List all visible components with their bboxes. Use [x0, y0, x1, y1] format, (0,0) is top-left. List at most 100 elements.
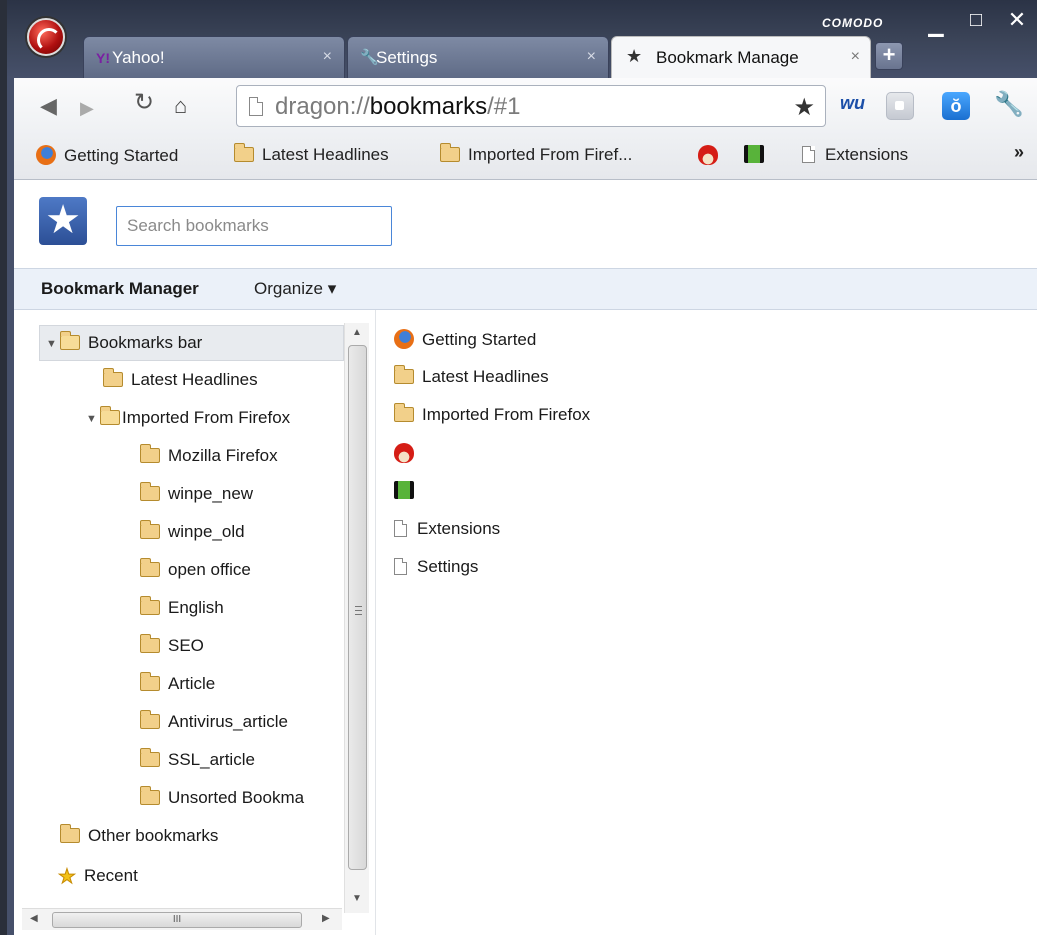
- folder-open-icon: [100, 406, 120, 425]
- page-icon: [394, 520, 407, 537]
- bookmarks-overflow-chevron[interactable]: »: [1014, 142, 1024, 163]
- tree-item-recent[interactable]: ★ Recent: [58, 857, 138, 893]
- maximize-button[interactable]: □: [963, 10, 989, 30]
- tree-item-ssl-article[interactable]: SSL_article: [140, 743, 255, 779]
- wrench-menu-icon[interactable]: 🔧: [994, 90, 1024, 118]
- tree-item-imported-from-firefox[interactable]: ▼ Imported From Firefox: [86, 401, 290, 437]
- bookmark-extensions[interactable]: Extensions: [802, 145, 908, 171]
- star-icon: ★: [58, 866, 77, 889]
- folder-icon: [140, 596, 160, 615]
- list-item-film[interactable]: [394, 481, 414, 515]
- tree-item-latest-headlines[interactable]: Latest Headlines: [103, 363, 258, 399]
- list-item-imported-from-firefox[interactable]: Imported From Firefox: [394, 403, 590, 439]
- extension-puzzle-icon[interactable]: [886, 92, 914, 120]
- new-tab-button[interactable]: +: [875, 42, 903, 70]
- browser-window: COMODO ▁ □ ✕ Y! Yahoo! × 🔧 Settings × ★ …: [0, 0, 1037, 935]
- tree-item-other-bookmarks[interactable]: Other bookmarks: [60, 819, 218, 855]
- firefox-icon: [394, 329, 414, 349]
- manager-header-bar: Bookmark Manager Organize ▾: [14, 268, 1037, 310]
- folder-open-icon: [60, 331, 80, 350]
- folder-icon: [140, 672, 160, 691]
- tree-item-bookmarks-bar[interactable]: ▼ Bookmarks bar: [39, 325, 344, 361]
- horizontal-scrollbar[interactable]: ◀ III ▶: [22, 908, 342, 930]
- tree-item-winpe-old[interactable]: winpe_old: [140, 515, 245, 551]
- tree-item-english[interactable]: English: [140, 591, 224, 627]
- angry-bird-icon: [394, 443, 414, 463]
- tab-settings[interactable]: 🔧 Settings ×: [347, 36, 609, 78]
- horizontal-scrollbar-thumb[interactable]: III: [52, 912, 302, 928]
- page-icon: [249, 97, 263, 116]
- tab-label: Bookmark Manage: [656, 48, 799, 67]
- page-icon: [802, 146, 815, 163]
- scroll-left-arrow-icon[interactable]: ◀: [30, 913, 38, 924]
- yahoo-icon: Y!: [96, 50, 110, 66]
- tree-item-mozilla-firefox[interactable]: Mozilla Firefox: [140, 439, 278, 475]
- close-tab-icon[interactable]: ×: [323, 48, 332, 66]
- vertical-scrollbar[interactable]: ▲ ▼: [344, 323, 369, 913]
- film-icon: [394, 481, 414, 499]
- folder-icon: [140, 520, 160, 539]
- bookmark-latest-headlines[interactable]: Latest Headlines: [234, 143, 389, 171]
- film-icon: [744, 145, 764, 163]
- dragon-logo-icon[interactable]: [27, 18, 65, 56]
- folder-tree: ▼ Bookmarks bar Latest Headlines ▼ Importe…: [14, 310, 376, 935]
- scroll-down-arrow-icon[interactable]: ▼: [352, 893, 362, 904]
- list-item-angry-birds[interactable]: [394, 443, 414, 477]
- title-bar: COMODO ▁ □ ✕ Y! Yahoo! × 🔧 Settings × ★ …: [7, 0, 1037, 78]
- folder-icon: [140, 482, 160, 501]
- folder-icon: [60, 824, 80, 843]
- list-item-settings[interactable]: Settings: [394, 557, 478, 591]
- folder-icon: [440, 143, 460, 162]
- close-window-button[interactable]: ✕: [1004, 9, 1030, 31]
- address-bar[interactable]: dragon://bookmarks/#1 ★: [236, 85, 826, 127]
- folder-icon: [140, 558, 160, 577]
- home-button[interactable]: ⌂: [174, 94, 187, 118]
- back-button[interactable]: ◀: [40, 94, 57, 118]
- scroll-right-arrow-icon[interactable]: ▶: [322, 913, 330, 924]
- list-item-getting-started[interactable]: Getting Started: [394, 329, 536, 363]
- extension-blue-icon[interactable]: ŏ: [942, 92, 970, 120]
- star-icon: ★: [626, 46, 643, 66]
- firefox-icon: [36, 145, 56, 165]
- url-text[interactable]: dragon://bookmarks/#1: [275, 93, 520, 121]
- expand-triangle-icon[interactable]: ▼: [86, 413, 100, 425]
- bookmark-imported-from-firefox[interactable]: Imported From Firef...: [440, 143, 632, 171]
- minimize-button[interactable]: ▁: [923, 16, 949, 36]
- scrollbar-thumb[interactable]: [348, 345, 367, 870]
- tab-bookmark-manager[interactable]: ★ Bookmark Manage ×: [611, 36, 871, 78]
- tree-item-winpe-new[interactable]: winpe_new: [140, 477, 253, 513]
- expand-triangle-icon[interactable]: ▼: [46, 338, 60, 350]
- bookmark-getting-started[interactable]: Getting Started: [36, 145, 178, 171]
- bookmark-star-button[interactable]: ★: [793, 93, 815, 122]
- forward-button[interactable]: ▶: [80, 96, 94, 120]
- bookmark-angry-birds[interactable]: [698, 145, 718, 171]
- bookmark-film[interactable]: [744, 145, 764, 171]
- list-item-latest-headlines[interactable]: Latest Headlines: [394, 365, 549, 401]
- tree-item-antivirus-article[interactable]: Antivirus_article: [140, 705, 288, 741]
- folder-icon: [140, 634, 160, 653]
- extension-wu-icon[interactable]: wu: [840, 93, 868, 121]
- tab-label: Yahoo!: [112, 48, 165, 67]
- comodo-brand: COMODO: [822, 16, 884, 30]
- organize-menu-button[interactable]: Organize ▾: [254, 279, 336, 299]
- close-tab-icon[interactable]: ×: [587, 48, 596, 66]
- folder-icon: [394, 365, 414, 384]
- search-bookmarks-input[interactable]: [116, 206, 392, 246]
- tab-yahoo[interactable]: Y! Yahoo! ×: [83, 36, 345, 78]
- bookmark-manager-page: ★ Bookmark Manager Organize ▾ ▼Bookmarks…: [14, 180, 1037, 935]
- folder-icon: [140, 710, 160, 729]
- navigation-toolbar: ◀ ▶ ↻ ⌂ dragon://bookmarks/#1 ★ wu ŏ 🔧: [14, 78, 1037, 136]
- reload-button[interactable]: ↻: [134, 91, 154, 115]
- tree-item-seo[interactable]: SEO: [140, 629, 204, 665]
- tree-item-unsorted-bookmarks[interactable]: Unsorted Bookma: [140, 781, 344, 817]
- page-title: Bookmark Manager: [41, 279, 199, 298]
- folder-icon: [103, 368, 123, 387]
- close-tab-icon[interactable]: ×: [851, 48, 860, 66]
- bookmarks-bar: Getting Started Latest Headlines Importe…: [14, 136, 1037, 180]
- scroll-up-arrow-icon[interactable]: ▲: [352, 327, 362, 338]
- scrollbar-grip-icon: [355, 606, 362, 615]
- tree-item-open-office[interactable]: open office: [140, 553, 251, 589]
- tree-item-article[interactable]: Article: [140, 667, 215, 703]
- list-item-extensions[interactable]: Extensions: [394, 519, 500, 553]
- folder-icon: [140, 444, 160, 463]
